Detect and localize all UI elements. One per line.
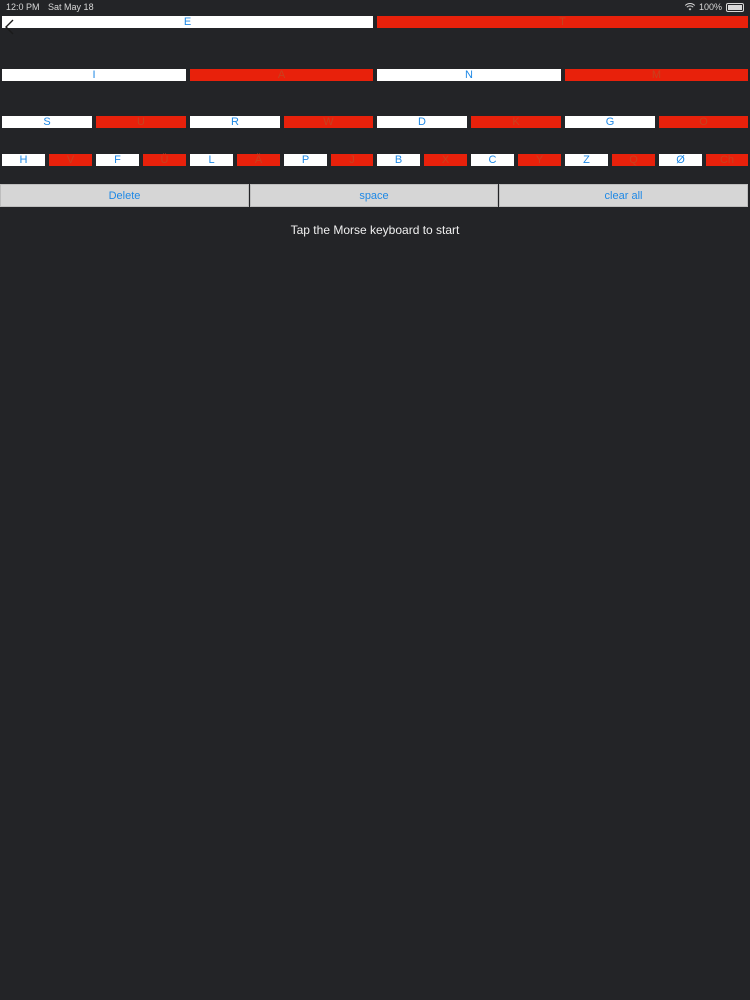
space-button[interactable]: space <box>250 184 498 207</box>
key-t[interactable]: T <box>375 14 750 30</box>
clear-all-button[interactable]: clear all <box>499 184 748 207</box>
key-o-slash[interactable]: Ø <box>657 152 704 168</box>
morse-row-1: E T <box>0 14 750 67</box>
key-ch[interactable]: Ch <box>704 152 750 168</box>
morse-keyboard: E T I A N M S U R W D K G O H V F Ü L Ä … <box>0 14 750 209</box>
status-date: Sat May 18 <box>48 2 94 12</box>
key-n[interactable]: N <box>375 67 563 83</box>
key-o[interactable]: O <box>657 114 750 130</box>
morse-row-3: S U R W D K G O <box>0 114 750 152</box>
control-bar: Delete space clear all <box>0 184 750 209</box>
key-q[interactable]: Q <box>610 152 657 168</box>
key-m[interactable]: M <box>563 67 750 83</box>
key-b[interactable]: B <box>375 152 422 168</box>
key-p[interactable]: P <box>282 152 329 168</box>
key-u[interactable]: U <box>94 114 188 130</box>
status-bar: 12:0 PM Sat May 18 100% <box>0 0 750 14</box>
battery-percent: 100% <box>698 2 722 12</box>
key-v[interactable]: V <box>47 152 94 168</box>
back-chevron-icon[interactable] <box>4 19 16 35</box>
key-e[interactable]: E <box>0 14 375 30</box>
key-h[interactable]: H <box>0 152 47 168</box>
delete-button[interactable]: Delete <box>0 184 249 207</box>
key-j[interactable]: J <box>329 152 375 168</box>
wifi-icon <box>684 3 695 11</box>
key-a[interactable]: A <box>188 67 375 83</box>
key-d[interactable]: D <box>375 114 469 130</box>
morse-row-2: I A N M <box>0 67 750 114</box>
key-i[interactable]: I <box>0 67 188 83</box>
key-f[interactable]: F <box>94 152 141 168</box>
key-a-umlaut[interactable]: Ä <box>235 152 282 168</box>
status-right: 100% <box>684 0 744 14</box>
key-y[interactable]: Y <box>516 152 563 168</box>
key-s[interactable]: S <box>0 114 94 130</box>
key-k[interactable]: K <box>469 114 563 130</box>
key-u-umlaut[interactable]: Ü <box>141 152 188 168</box>
key-w[interactable]: W <box>282 114 375 130</box>
key-r[interactable]: R <box>188 114 282 130</box>
key-z[interactable]: Z <box>563 152 610 168</box>
key-g[interactable]: G <box>563 114 657 130</box>
status-time: 12:0 PM <box>6 2 40 12</box>
key-c[interactable]: C <box>469 152 516 168</box>
key-x[interactable]: X <box>422 152 469 168</box>
battery-icon <box>726 2 744 12</box>
key-l[interactable]: L <box>188 152 235 168</box>
status-left: 12:0 PM Sat May 18 <box>6 0 100 14</box>
start-prompt: Tap the Morse keyboard to start <box>290 223 460 237</box>
morse-row-4: H V F Ü L Ä P J B X C Y Z Q Ø Ch <box>0 152 750 184</box>
